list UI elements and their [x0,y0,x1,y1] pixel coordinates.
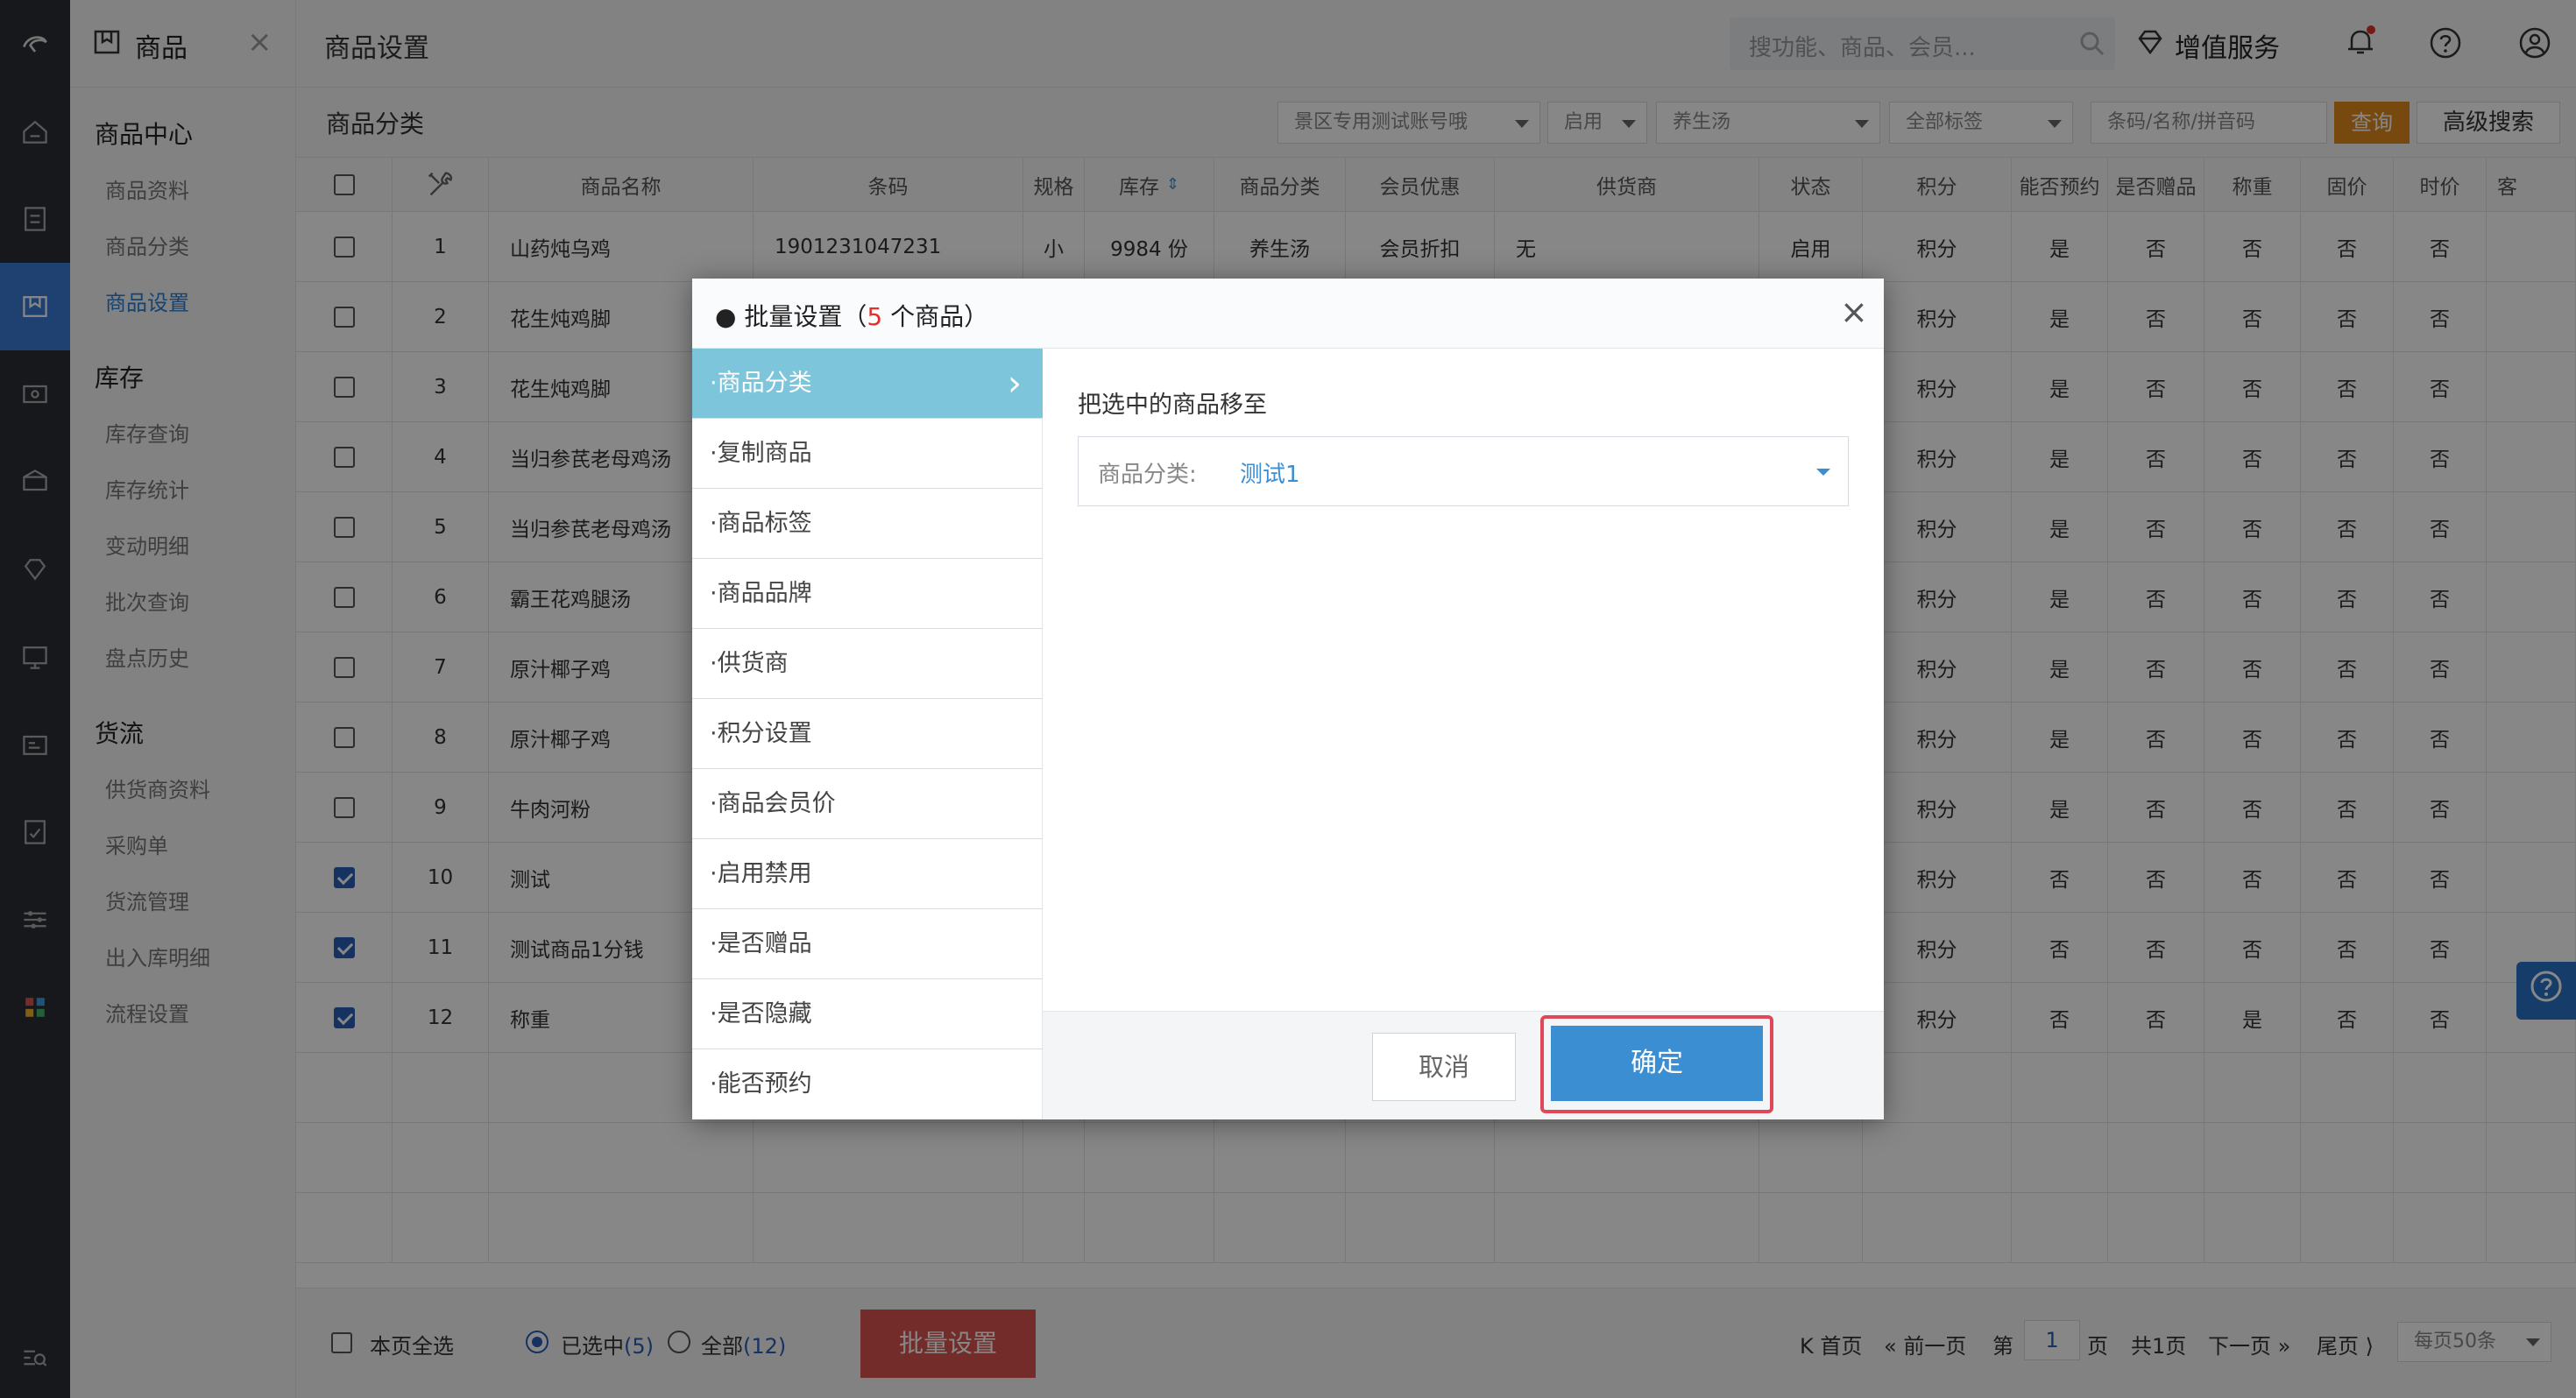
menu-item-category[interactable]: ·商品分类 › [692,349,1043,419]
content-label: 把选中的商品移至 [1078,392,1267,419]
dialog-title: ● 批量设置（5 个商品） [715,302,989,331]
close-icon[interactable]: × [1840,293,1868,331]
category-select[interactable]: 商品分类: 测试1 [1078,436,1849,506]
menu-item-gift[interactable]: ·是否赠品 [692,909,1043,979]
menu-item-reserve[interactable]: ·能否预约 [692,1049,1043,1119]
dialog-footer: 取消 确定 [1043,1011,1884,1119]
chevron-right-icon: › [1008,364,1022,404]
dialog-header: ● 批量设置（5 个商品） × [692,279,1884,349]
confirm-button[interactable]: 确定 [1551,1026,1763,1101]
category-field-value: 测试1 [1240,462,1300,488]
menu-item-supplier[interactable]: ·供货商 [692,629,1043,699]
menu-item-hidden[interactable]: ·是否隐藏 [692,979,1043,1049]
menu-item-copy[interactable]: ·复制商品 [692,419,1043,489]
dialog-menu: ·商品分类 › ·复制商品 ·商品标签 ·商品品牌 ·供货商 ·积分设置 ·商品会… [692,349,1043,1119]
cancel-button[interactable]: 取消 [1372,1033,1516,1101]
category-field-label: 商品分类: [1098,462,1197,488]
dialog-count: 5 [867,302,883,331]
menu-item-points[interactable]: ·积分设置 [692,699,1043,769]
modal-backdrop-left [0,0,296,1398]
menu-item-enable[interactable]: ·启用禁用 [692,839,1043,909]
menu-item-member-price[interactable]: ·商品会员价 [692,769,1043,839]
chevron-down-icon [1816,469,1830,476]
batch-settings-dialog: ● 批量设置（5 个商品） × ·商品分类 › ·复制商品 ·商品标签 ·商品品牌… [692,279,1884,1119]
menu-item-tags[interactable]: ·商品标签 [692,489,1043,559]
menu-item-brand[interactable]: ·商品品牌 [692,559,1043,629]
